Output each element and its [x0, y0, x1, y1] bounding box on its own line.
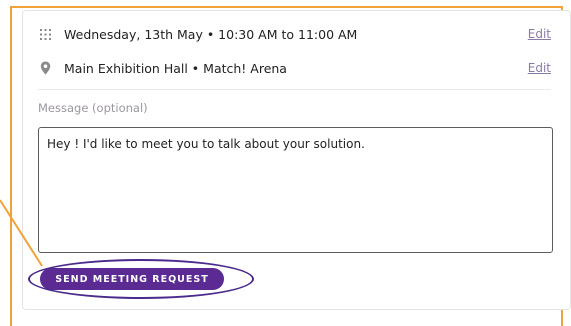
edit-location-link[interactable]: Edit: [528, 61, 551, 75]
divider: [38, 89, 551, 90]
meeting-datetime-row: Wednesday, 13th May • 10:30 AM to 11:00 …: [38, 22, 551, 46]
message-textarea[interactable]: Hey ! I'd like to meet you to talk about…: [38, 127, 553, 253]
edit-datetime-link[interactable]: Edit: [528, 27, 551, 41]
meeting-datetime-text: Wednesday, 13th May • 10:30 AM to 11:00 …: [64, 26, 358, 42]
message-label: Message (optional): [38, 101, 148, 115]
calendar-icon: [38, 27, 52, 41]
location-pin-icon: [38, 61, 52, 75]
send-meeting-request-button[interactable]: SEND MEETING REQUEST: [40, 268, 224, 290]
meeting-location-text: Main Exhibition Hall • Match! Arena: [64, 60, 287, 76]
meeting-location-row: Main Exhibition Hall • Match! Arena Edit: [38, 56, 551, 80]
